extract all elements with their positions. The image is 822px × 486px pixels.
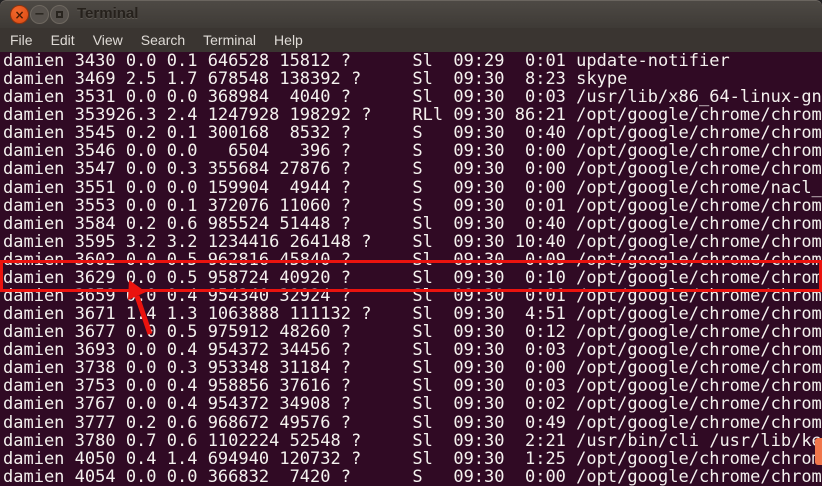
- process-row: damien 3693 0.0 0.4 954372 34456 ? Sl 09…: [0, 341, 822, 359]
- menu-bar: FileEditViewSearchTerminalHelp: [0, 28, 822, 53]
- window-title: Terminal: [77, 5, 138, 22]
- terminal-output[interactable]: damien 3430 0.0 0.1 646528 15812 ? Sl 09…: [0, 52, 822, 486]
- process-row: damien 3430 0.0 0.1 646528 15812 ? Sl 09…: [0, 52, 822, 70]
- terminal-window: × − Terminal FileEditViewSearchTerminalH…: [0, 0, 822, 486]
- menu-item-view[interactable]: View: [84, 30, 132, 50]
- maximize-icon: [56, 11, 63, 18]
- process-row: damien 4054 0.0 0.0 366832 7420 ? S 09:3…: [0, 468, 822, 486]
- maximize-button[interactable]: [50, 5, 69, 24]
- minimize-button[interactable]: −: [30, 5, 49, 24]
- process-row: damien 3553 0.0 0.1 372076 11060 ? S 09:…: [0, 197, 822, 215]
- menu-item-terminal[interactable]: Terminal: [194, 30, 265, 50]
- process-row: damien 3602 0.0 0.5 962816 45840 ? Sl 09…: [0, 251, 822, 269]
- process-row-highlighted: damien 3629 0.0 0.5 958724 40920 ? Sl 09…: [0, 269, 822, 287]
- menu-item-file[interactable]: File: [1, 30, 42, 50]
- process-row: damien 3531 0.0 0.0 368984 4040 ? Sl 09:…: [0, 88, 822, 106]
- process-row: damien 3551 0.0 0.0 159904 4944 ? S 09:3…: [0, 179, 822, 197]
- titlebar[interactable]: × − Terminal: [0, 0, 822, 28]
- menu-item-help[interactable]: Help: [265, 30, 312, 50]
- process-row: damien 3584 0.2 0.6 985524 51448 ? Sl 09…: [0, 215, 822, 233]
- process-row: damien 3671 1.4 1.3 1063888 111132 ? Sl …: [0, 305, 822, 323]
- process-row: damien 3753 0.0 0.4 958856 37616 ? Sl 09…: [0, 377, 822, 395]
- process-row: damien 353926.3 2.4 1247928 198292 ? RLl…: [0, 106, 822, 124]
- process-row: damien 3780 0.7 0.6 1102224 52548 ? Sl 0…: [0, 432, 822, 450]
- process-row: damien 3545 0.2 0.1 300168 8532 ? S 09:3…: [0, 124, 822, 142]
- process-row: damien 4050 0.4 1.4 694940 120732 ? Sl 0…: [0, 450, 822, 468]
- process-row: damien 3595 3.2 3.2 1234416 264148 ? Sl …: [0, 233, 822, 251]
- process-row: damien 3767 0.0 0.4 954372 34908 ? Sl 09…: [0, 395, 822, 413]
- process-row: damien 3677 0.0 0.5 975912 48260 ? Sl 09…: [0, 323, 822, 341]
- process-row: damien 3547 0.0 0.3 355684 27876 ? S 09:…: [0, 160, 822, 178]
- scrollbar-thumb[interactable]: [815, 438, 822, 465]
- process-row: damien 3469 2.5 1.7 678548 138392 ? Sl 0…: [0, 70, 822, 88]
- process-row: damien 3659 0.0 0.4 954340 32924 ? Sl 09…: [0, 287, 822, 305]
- process-row: damien 3738 0.0 0.3 953348 31184 ? Sl 09…: [0, 359, 822, 377]
- close-button[interactable]: ×: [10, 5, 29, 24]
- menu-item-edit[interactable]: Edit: [42, 30, 84, 50]
- process-row: damien 3777 0.2 0.6 968672 49576 ? Sl 09…: [0, 414, 822, 432]
- process-row: damien 3546 0.0 0.0 6504 396 ? S 09:30 0…: [0, 142, 822, 160]
- menu-item-search[interactable]: Search: [132, 30, 194, 50]
